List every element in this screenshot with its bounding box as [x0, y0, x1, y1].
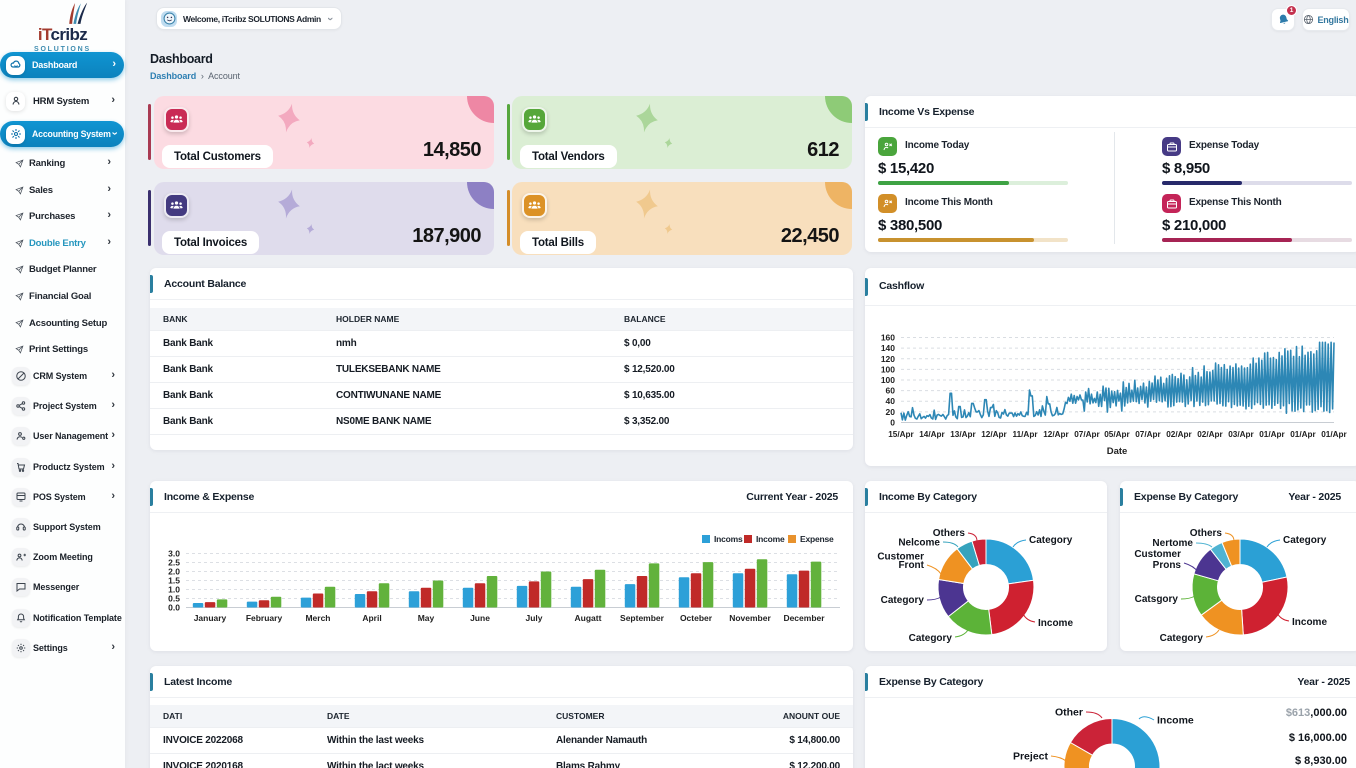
svg-text:02/Apr: 02/Apr [1166, 430, 1192, 439]
svg-text:20: 20 [886, 407, 896, 417]
svg-text:01/Apr: 01/Apr [1290, 430, 1316, 439]
svg-text:January: January [194, 613, 227, 623]
svg-text:Others: Others [1190, 528, 1223, 539]
svg-text:December: December [783, 613, 825, 623]
svg-text:40: 40 [886, 396, 896, 406]
svg-text:100: 100 [881, 364, 895, 374]
svg-text:100: 100 [881, 375, 895, 385]
svg-text:Nertome: Nertome [1152, 538, 1193, 549]
svg-text:September: September [620, 613, 665, 623]
svg-text:Nelcome: Nelcome [898, 538, 940, 549]
svg-text:11/Apr: 11/Apr [1012, 430, 1038, 439]
svg-text:Preject: Preject [1013, 750, 1049, 762]
svg-text:May: May [418, 613, 435, 623]
svg-text:60: 60 [886, 386, 896, 396]
svg-text:12/Apr: 12/Apr [981, 430, 1007, 439]
svg-text:0.0: 0.0 [168, 603, 180, 613]
svg-text:Income: Income [1157, 715, 1194, 727]
svg-text:Prons: Prons [1153, 560, 1182, 571]
svg-text:160: 160 [881, 333, 895, 343]
svg-text:Augatt: Augatt [575, 613, 602, 623]
svg-text:01/Apr: 01/Apr [1321, 430, 1347, 439]
svg-text:Category: Category [1160, 633, 1204, 644]
svg-text:Merch: Merch [305, 613, 330, 623]
svg-text:Income: Income [1292, 617, 1327, 628]
svg-text:07/Apr: 07/Apr [1074, 430, 1100, 439]
svg-text:Date: Date [1107, 446, 1128, 457]
svg-text:Category: Category [1029, 535, 1073, 546]
svg-text:140: 140 [881, 343, 895, 353]
svg-text:Customer: Customer [1134, 549, 1181, 560]
svg-text:14/Apr: 14/Apr [919, 430, 945, 439]
svg-text:Catsgory: Catsgory [1135, 594, 1179, 605]
svg-text:13/Apr: 13/Apr [950, 430, 976, 439]
svg-text:120: 120 [881, 354, 895, 364]
svg-text:Income: Income [1038, 618, 1073, 629]
svg-text:Other: Other [1055, 707, 1083, 719]
svg-text:03/Apr: 03/Apr [1228, 430, 1254, 439]
svg-text:November: November [729, 613, 771, 623]
svg-text:07/Apr: 07/Apr [1135, 430, 1161, 439]
svg-text:Octeber: Octeber [680, 613, 713, 623]
svg-text:01/Apr: 01/Apr [1259, 430, 1285, 439]
svg-text:April: April [362, 613, 381, 623]
svg-text:12/Apr: 12/Apr [1043, 430, 1069, 439]
svg-text:February: February [246, 613, 283, 623]
svg-text:0: 0 [890, 418, 895, 428]
svg-text:Category: Category [1283, 535, 1327, 546]
svg-text:June: June [470, 613, 490, 623]
svg-text:Category: Category [881, 595, 925, 606]
svg-text:Front: Front [898, 560, 924, 571]
svg-text:02/Apr: 02/Apr [1197, 430, 1223, 439]
svg-text:July: July [525, 613, 542, 623]
svg-text:05/Apr: 05/Apr [1104, 430, 1130, 439]
svg-text:Category: Category [909, 633, 953, 644]
svg-text:15/Apr: 15/Apr [888, 430, 914, 439]
